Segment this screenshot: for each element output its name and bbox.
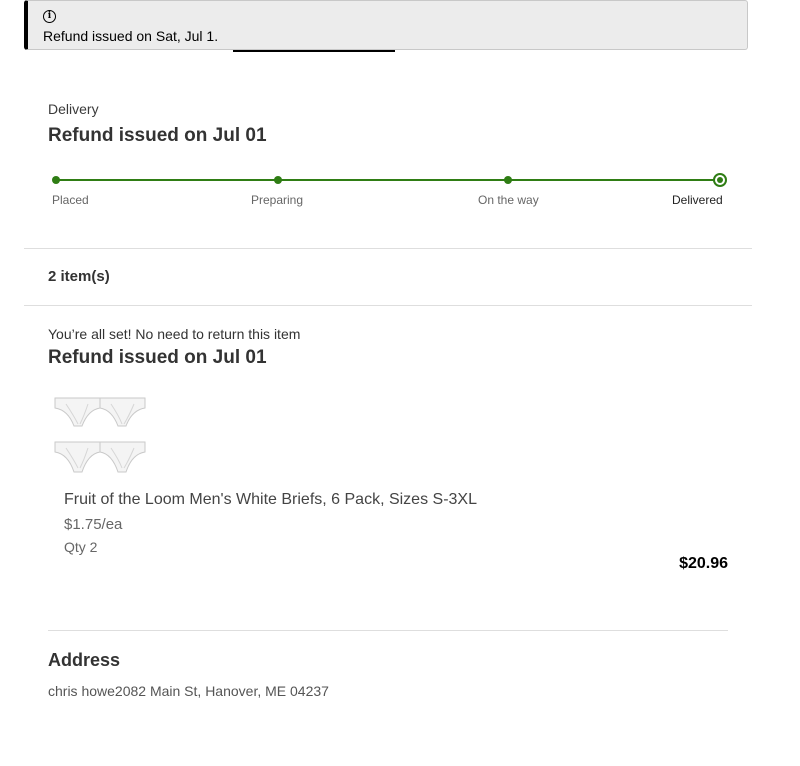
info-icon: i <box>43 10 56 23</box>
product-name[interactable]: Fruit of the Loom Men's White Briefs, 6 … <box>64 491 477 509</box>
section-divider <box>48 630 728 631</box>
step-label-on-the-way: On the way <box>478 193 539 207</box>
step-dot-preparing <box>274 176 282 184</box>
refund-alert-banner: i Refund issued on Sat, Jul 1. <box>24 0 748 52</box>
step-dot-on-the-way <box>504 176 512 184</box>
address-heading: Address <box>48 650 121 670</box>
banner-accent-line <box>233 50 395 52</box>
return-note: You’re all set! No need to return this i… <box>48 326 301 342</box>
product-total-price: $20.96 <box>679 555 728 572</box>
step-label-delivered: Delivered <box>672 193 723 207</box>
step-dot-placed <box>52 176 60 184</box>
product-unit-price: $1.75/ea <box>64 516 123 533</box>
delivery-progress-tracker: Placed Preparing On the way Delivered <box>48 170 728 210</box>
item-count: 2 item(s) <box>48 268 110 285</box>
section-divider <box>24 248 752 249</box>
product-quantity: Qty 2 <box>64 539 98 555</box>
delivery-address: chris howe2082 Main St, Hanover, ME 0423… <box>48 683 329 699</box>
refund-status-title: Refund issued on Jul 01 <box>48 347 267 368</box>
section-divider <box>24 305 752 306</box>
step-label-placed: Placed <box>52 193 89 207</box>
banner-message: Refund issued on Sat, Jul 1. <box>43 28 219 44</box>
delivery-status-title: Refund issued on Jul 01 <box>48 125 267 146</box>
step-dot-delivered <box>713 173 727 187</box>
step-label-preparing: Preparing <box>251 193 304 207</box>
delivery-label: Delivery <box>48 101 99 117</box>
progress-line <box>56 179 720 181</box>
product-image[interactable] <box>54 396 146 478</box>
